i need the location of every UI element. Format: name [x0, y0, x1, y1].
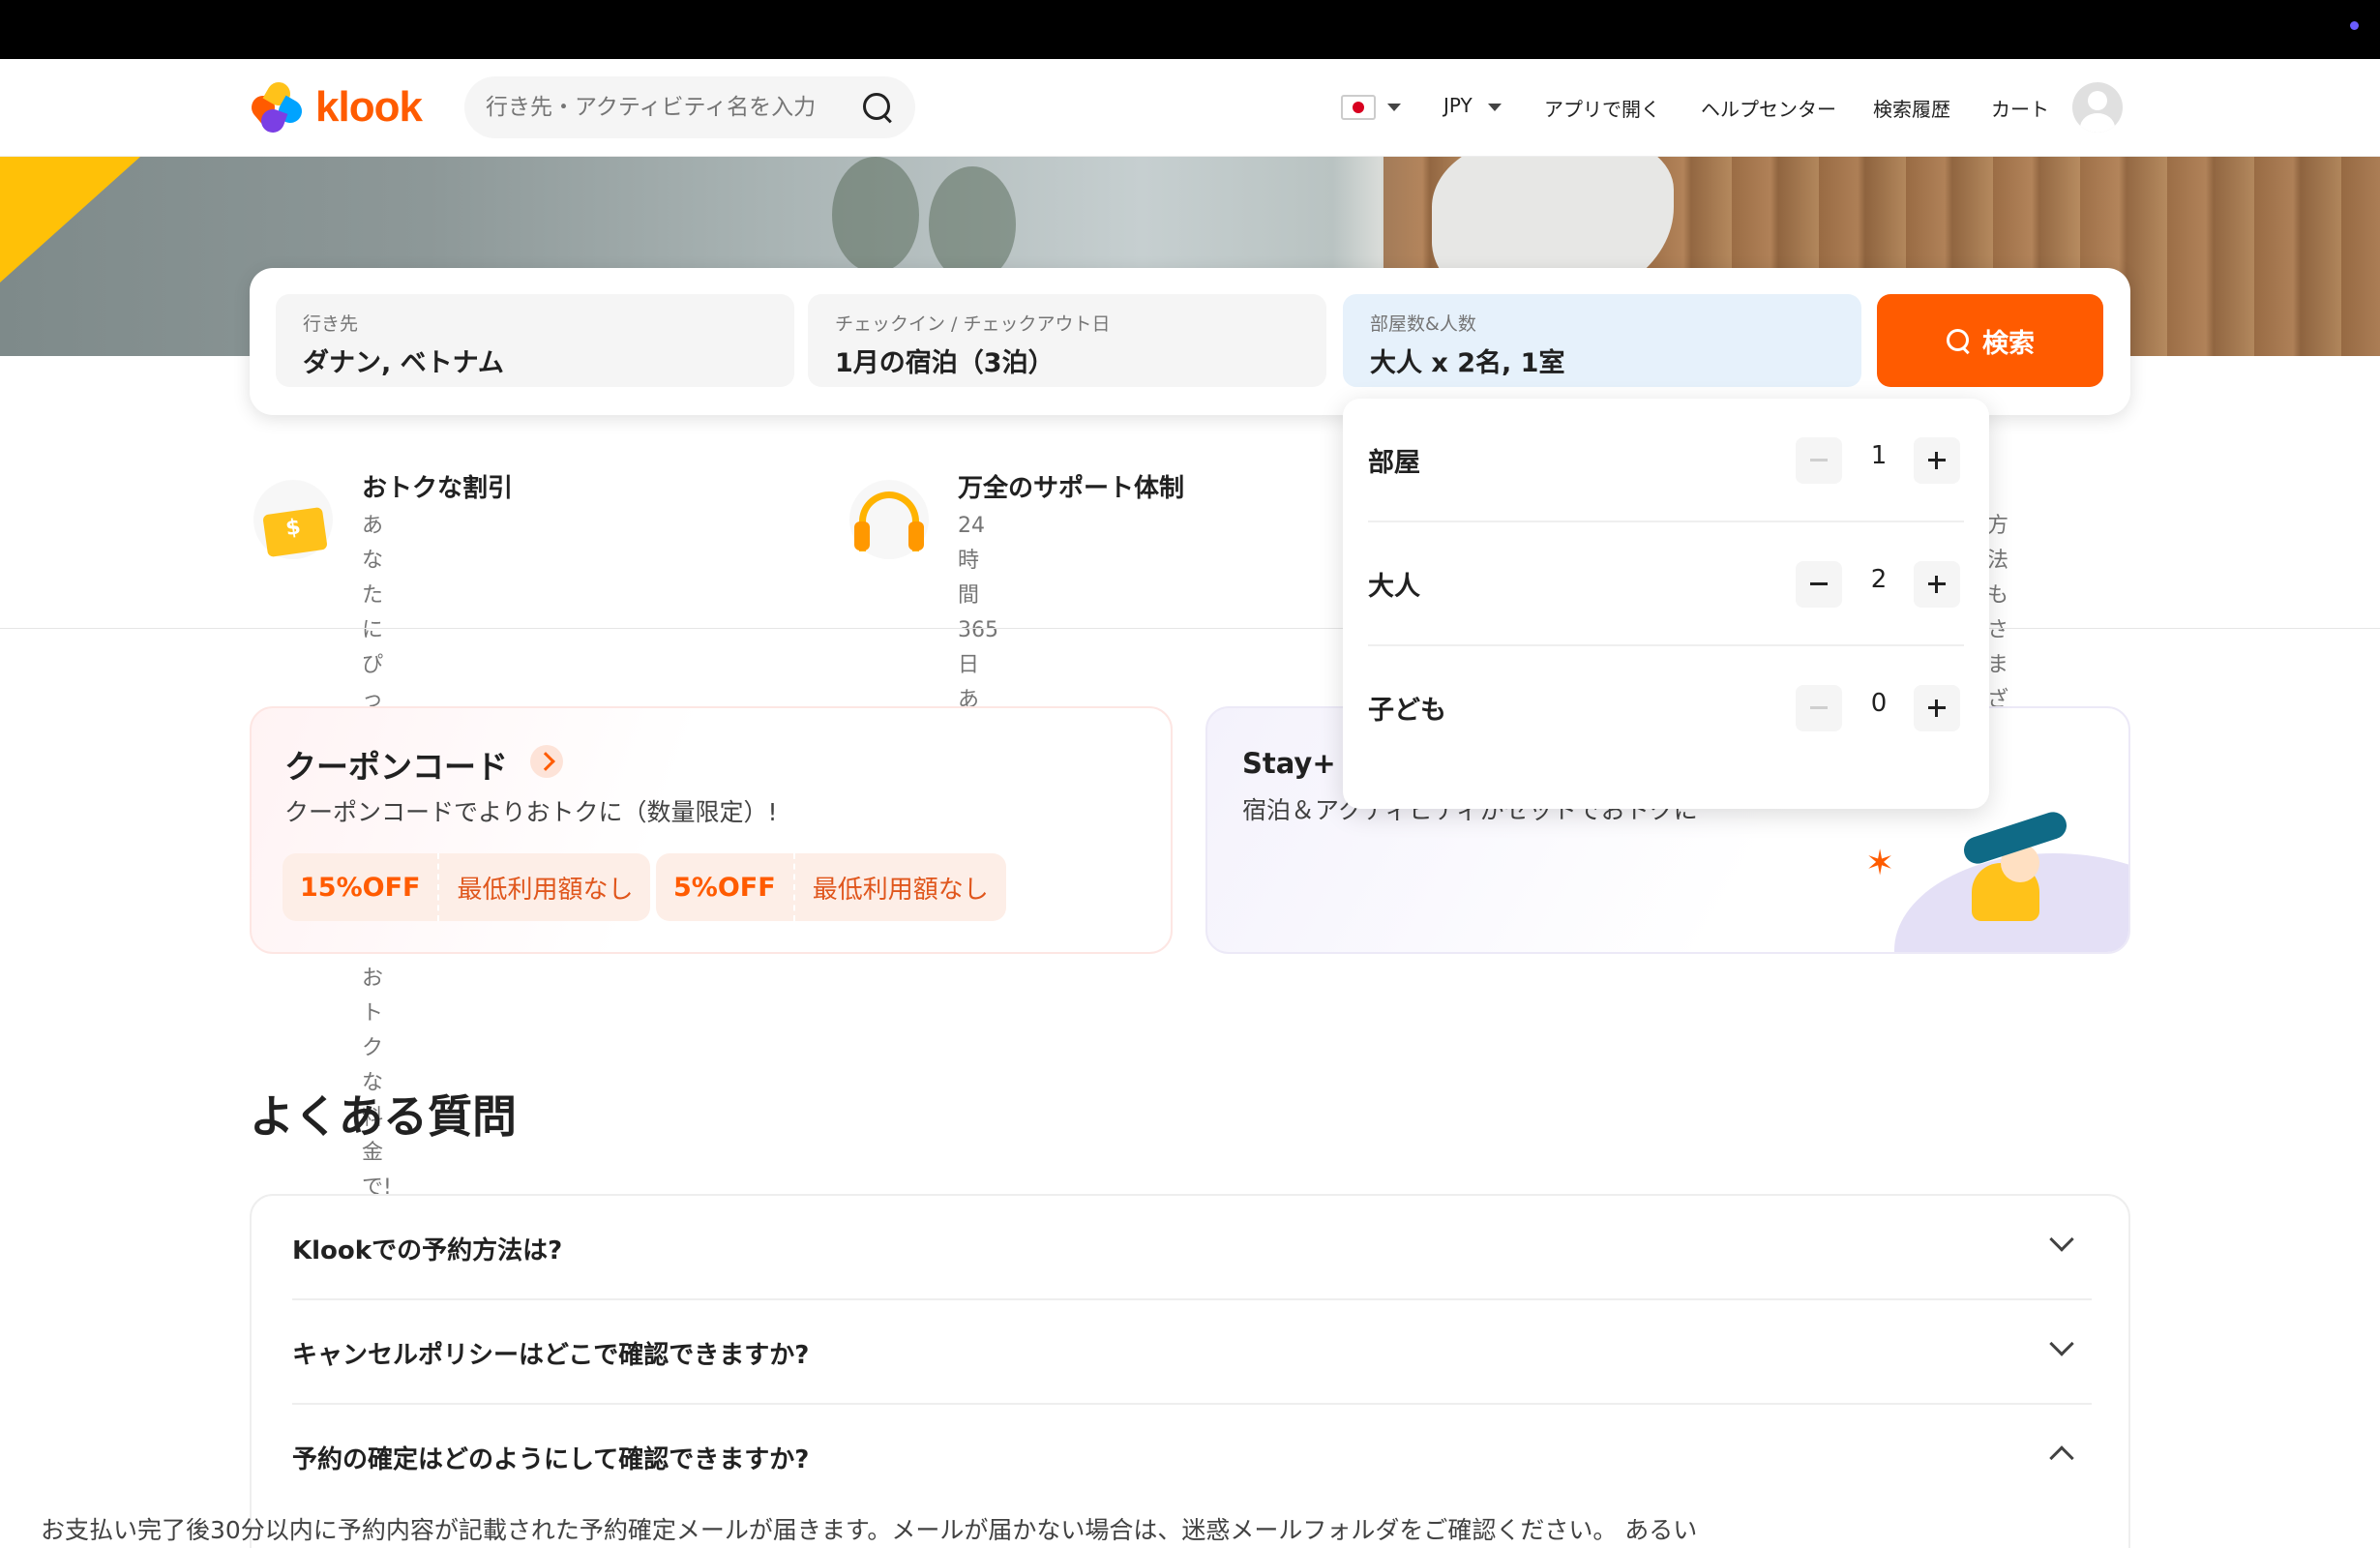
row-label: 大人 — [1368, 572, 1420, 602]
decrement-children-button[interactable] — [1796, 685, 1842, 731]
search-icon[interactable] — [861, 91, 894, 124]
destination-label: 行き先 — [303, 313, 359, 335]
adult-count: 2 — [1870, 565, 1888, 594]
faq-item[interactable]: Klookでの予約方法は? — [292, 1196, 2092, 1300]
guest-room-dropdown: 部屋 1 大人 2 子ども 0 — [1343, 399, 1989, 809]
coupon-condition: 最低利用額なし — [457, 875, 634, 905]
adult-count-row: 大人 2 — [1368, 522, 1964, 646]
faq-answer: お支払い完了後30分以内に予約内容が記載された予約確定メールが届きます。メールが… — [41, 1516, 1698, 1544]
hero-plant — [929, 166, 1016, 283]
search-button[interactable]: 検索 — [1877, 294, 2103, 387]
guests-value: 大人 x 2名, 1室 — [1370, 348, 1565, 378]
faq-item[interactable]: キャンセルポリシーはどこで確認できますか? — [292, 1300, 2092, 1405]
faq-title: よくある質問 — [250, 1090, 517, 1143]
site-header: klook JPY アプリで開く ヘルプセンター 検索履歴 カート — [0, 59, 2380, 157]
hotel-search-card: 行き先 ダナン, ベトナム チェックイン / チェックアウト日 1月の宿泊（3泊… — [250, 268, 2130, 415]
discount-icon — [253, 480, 333, 559]
dates-label: チェックイン / チェックアウト日 — [835, 313, 1111, 335]
child-count-row: 子ども 0 — [1368, 646, 1964, 770]
search-button-label: 検索 — [1982, 328, 2035, 358]
explorer-illustration — [1952, 808, 2070, 940]
search-icon — [1946, 328, 1971, 353]
klook-logo[interactable]: klook — [247, 77, 423, 136]
chevron-down-icon[interactable] — [1387, 104, 1401, 111]
feature-title: おトクな割引 — [362, 474, 514, 503]
increment-rooms-button[interactable] — [1914, 437, 1960, 484]
destination-value: ダナン, ベトナム — [303, 348, 504, 378]
faq-question: Klookでの予約方法は? — [292, 1236, 563, 1265]
guests-field[interactable]: 部屋数&人数 大人 x 2名, 1室 — [1343, 294, 1861, 387]
coupon-off: 15%OFF — [283, 853, 440, 921]
child-count: 0 — [1870, 689, 1888, 718]
room-count-row: 部屋 1 — [1368, 399, 1964, 522]
row-label: 部屋 — [1368, 448, 1420, 478]
status-dot — [2350, 21, 2359, 30]
chevron-right-icon[interactable] — [530, 745, 563, 778]
coupon-subtitle: クーポンコードでよりおトクに（数量限定）! — [284, 798, 778, 826]
faq-question: 予約の確定はどのようにして確認できますか? — [292, 1445, 810, 1474]
increment-adults-button[interactable] — [1914, 561, 1960, 608]
faq-question: キャンセルポリシーはどこで確認できますか? — [292, 1341, 810, 1370]
decrement-adults-button[interactable] — [1796, 561, 1842, 608]
faq-item-expanded[interactable]: 予約の確定はどのようにして確認できますか? — [292, 1405, 2092, 1509]
feature-desc-line: 方法もさまざ — [1987, 514, 2009, 712]
headset-icon — [849, 480, 929, 559]
klook-logo-icon — [247, 77, 307, 136]
chevron-down-icon[interactable] — [2049, 1227, 2074, 1252]
increment-children-button[interactable] — [1914, 685, 1960, 731]
hero-plant — [832, 157, 919, 273]
coupon-title: クーポンコード — [284, 748, 508, 786]
coupon-tag[interactable]: 15%OFF 最低利用額なし — [283, 853, 651, 921]
row-label: 子ども — [1368, 696, 1446, 726]
coupon-condition: 最低利用額なし — [812, 875, 989, 905]
decrement-rooms-button[interactable] — [1796, 437, 1842, 484]
chevron-up-icon[interactable] — [2049, 1445, 2074, 1471]
section-divider — [0, 628, 2380, 629]
logo-text: klook — [315, 83, 423, 131]
guests-label: 部屋数&人数 — [1370, 313, 1476, 335]
coupon-card[interactable]: クーポンコード クーポンコードでよりおトクに（数量限定）! 15%OFF 最低利… — [250, 706, 1173, 954]
cart-link[interactable]: カート — [1991, 94, 2049, 122]
coupon-tag[interactable]: 5%OFF 最低利用額なし — [656, 853, 1006, 921]
search-input[interactable] — [486, 95, 861, 120]
feature-title: 万全のサポート体制 — [958, 474, 1185, 503]
hero-yellow-accent — [0, 157, 140, 283]
system-bar — [0, 0, 2380, 59]
search-history-link[interactable]: 検索履歴 — [1873, 94, 1950, 122]
sparkle-icon: ✶ — [1865, 844, 1895, 883]
user-avatar[interactable] — [2072, 82, 2123, 133]
dates-value: 1月の宿泊（3泊） — [835, 348, 1055, 378]
search-bar[interactable] — [464, 76, 915, 138]
help-center-link[interactable]: ヘルプセンター — [1701, 94, 1836, 122]
dates-field[interactable]: チェックイン / チェックアウト日 1月の宿泊（3泊） — [808, 294, 1326, 387]
coupon-off: 5%OFF — [656, 853, 795, 921]
room-count: 1 — [1870, 441, 1888, 470]
open-app-link[interactable]: アプリで開く — [1544, 94, 1660, 122]
language-flag-icon[interactable] — [1341, 95, 1376, 120]
faq-list: Klookでの予約方法は? キャンセルポリシーはどこで確認できますか? 予約の確… — [250, 1194, 2130, 1548]
currency-selector[interactable]: JPY — [1443, 94, 1473, 117]
chevron-down-icon[interactable] — [2049, 1331, 2074, 1356]
chevron-down-icon[interactable] — [1488, 104, 1502, 111]
stay-plus-title: Stay+ — [1242, 747, 1336, 780]
feature-desc: 方法もさまざ — [1987, 509, 2008, 718]
destination-field[interactable]: 行き先 ダナン, ベトナム — [276, 294, 794, 387]
